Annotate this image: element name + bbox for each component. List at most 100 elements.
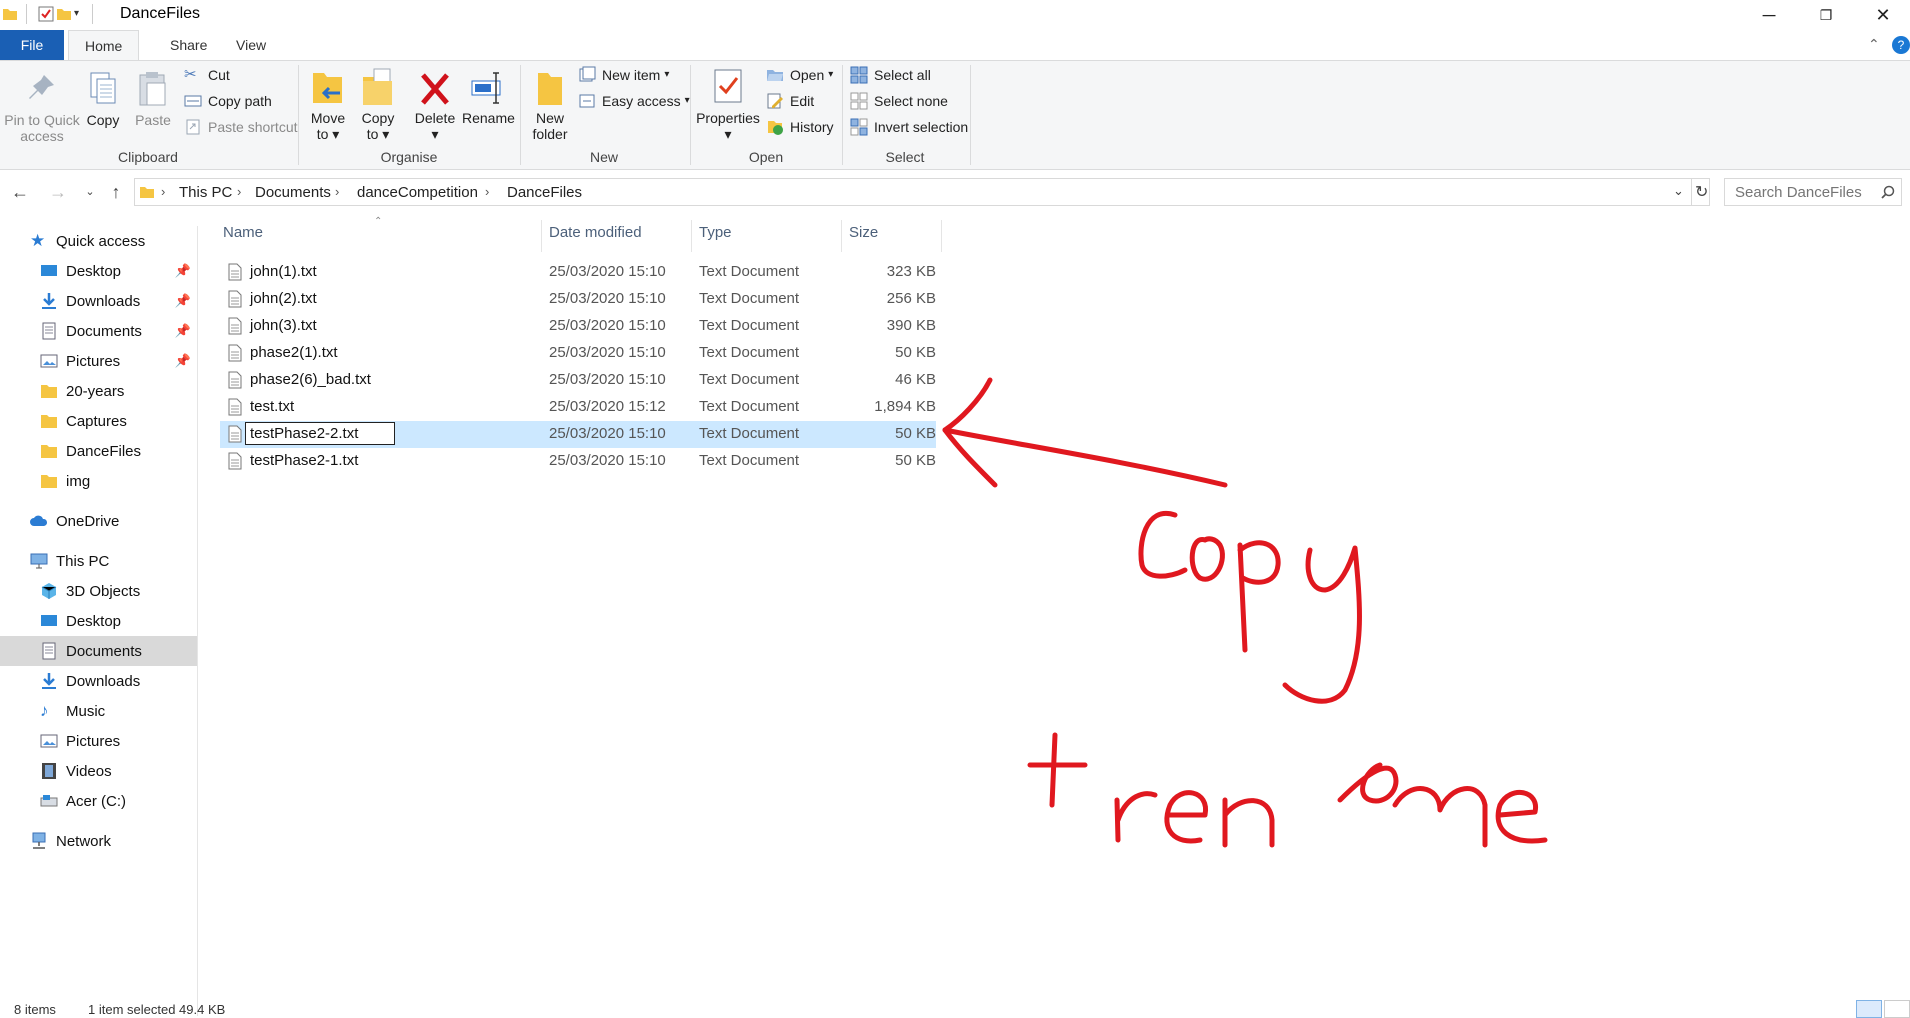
breadcrumb-separator[interactable]: ›: [237, 184, 241, 199]
sidebar-item-documents-pc[interactable]: Documents: [0, 636, 197, 666]
copy-path-button[interactable]: Copy path: [184, 89, 272, 113]
sidebar-item-this-pc[interactable]: This PC: [0, 546, 197, 576]
sidebar-item-quick-access[interactable]: ★ Quick access: [0, 226, 197, 256]
column-header-date-modified[interactable]: Date modified: [549, 224, 642, 246]
sidebar-item-img[interactable]: img: [0, 466, 197, 496]
column-separator[interactable]: [691, 220, 692, 252]
letter-n: [1222, 797, 1275, 848]
column-separator[interactable]: [941, 220, 942, 252]
customize-qat-dropdown[interactable]: ▾: [74, 8, 79, 19]
file-row[interactable]: john(3).txt 25/03/2020 15:10 Text Docume…: [220, 313, 936, 340]
search-icon[interactable]: [1881, 185, 1895, 199]
sidebar-item-videos[interactable]: Videos: [0, 756, 197, 786]
search-box[interactable]: [1724, 178, 1902, 206]
properties-dropdown[interactable]: ▾: [696, 126, 760, 143]
forward-button[interactable]: →: [46, 180, 70, 204]
breadcrumb-separator[interactable]: ›: [335, 184, 339, 199]
column-separator[interactable]: [541, 220, 542, 252]
recent-locations-dropdown[interactable]: ⌄: [78, 180, 102, 204]
pin-to-quick-access-button[interactable]: Pin to Quick access: [4, 69, 80, 144]
column-header-type[interactable]: Type: [699, 224, 732, 246]
paste-shortcut-button[interactable]: Paste shortcut: [184, 115, 298, 139]
refresh-icon[interactable]: ↻: [1695, 182, 1708, 202]
breadcrumb-dancefiles[interactable]: DanceFiles: [507, 184, 582, 201]
breadcrumb-separator[interactable]: ›: [485, 184, 489, 199]
select-none-button[interactable]: Select none: [850, 89, 948, 113]
copy-to-label-line2: to ▾: [366, 126, 390, 142]
sidebar-item-label: Downloads: [66, 292, 141, 310]
new-folder-button[interactable]: New folder: [528, 67, 572, 142]
network-icon: [32, 832, 46, 849]
sidebar-item-captures[interactable]: Captures: [0, 406, 197, 436]
select-all-button[interactable]: Select all: [850, 63, 931, 87]
tab-file[interactable]: File: [0, 30, 64, 60]
file-row[interactable]: phase2(6)_bad.txt 25/03/2020 15:10 Text …: [220, 367, 936, 394]
cut-button[interactable]: ✂ Cut: [184, 63, 230, 87]
new-item-button[interactable]: New item ▾: [578, 63, 669, 87]
column-separator[interactable]: [841, 220, 842, 252]
breadcrumb-separator[interactable]: ›: [161, 184, 165, 199]
sidebar-item-acer-c[interactable]: Acer (C:): [0, 786, 197, 816]
help-icon[interactable]: ?: [1892, 36, 1910, 54]
edit-button[interactable]: Edit: [766, 89, 814, 113]
address-bar[interactable]: › This PC › Documents › danceCompetition…: [134, 178, 1710, 206]
sidebar-item-dancefiles[interactable]: DanceFiles: [0, 436, 197, 466]
properties-icon[interactable]: [38, 6, 54, 22]
copy-button[interactable]: Copy: [82, 69, 124, 128]
breadcrumb-this-pc[interactable]: This PC: [179, 184, 232, 201]
file-name: testPhase2-1.txt: [250, 452, 359, 469]
move-to-button[interactable]: Move to ▾: [306, 67, 350, 143]
text-file-icon: [228, 290, 242, 308]
breadcrumb-dancecompetition[interactable]: danceCompetition: [357, 184, 478, 201]
collapse-ribbon-button[interactable]: ⌃: [1868, 36, 1880, 53]
tab-view[interactable]: View: [220, 30, 282, 60]
sidebar-item-20-years[interactable]: 20-years: [0, 376, 197, 406]
file-row[interactable]: john(1).txt 25/03/2020 15:10 Text Docume…: [220, 259, 936, 286]
sidebar-item-desktop-pc[interactable]: Desktop: [0, 606, 197, 636]
sidebar-item-onedrive[interactable]: OneDrive: [0, 506, 197, 536]
sidebar-item-pictures-pc[interactable]: Pictures: [0, 726, 197, 756]
easy-access-button[interactable]: Easy access ▾: [578, 89, 690, 113]
sidebar-item-network[interactable]: Network: [0, 826, 197, 856]
open-button[interactable]: Open ▾: [766, 63, 833, 87]
file-row[interactable]: test.txt 25/03/2020 15:12 Text Document …: [220, 394, 936, 421]
search-input[interactable]: [1733, 183, 1877, 202]
copy-to-button[interactable]: Copy to ▾: [356, 67, 400, 143]
paste-button[interactable]: Paste: [132, 69, 174, 128]
column-header-name[interactable]: Name: [223, 224, 263, 246]
group-separator: [970, 65, 971, 165]
large-icons-view-button[interactable]: [1884, 1000, 1910, 1018]
file-name: test.txt: [250, 398, 295, 415]
address-dropdown[interactable]: ⌄: [1673, 183, 1684, 199]
rename-input[interactable]: testPhase2-2.txt: [245, 422, 395, 445]
invert-selection-button[interactable]: Invert selection: [850, 115, 968, 139]
restore-button[interactable]: ❐: [1797, 0, 1855, 30]
properties-button[interactable]: Properties ▾: [696, 67, 760, 143]
tab-share[interactable]: Share: [154, 30, 223, 60]
delete-button[interactable]: Delete ▾: [412, 67, 458, 143]
file-row[interactable]: phase2(1).txt 25/03/2020 15:10 Text Docu…: [220, 340, 936, 367]
sidebar-item-music[interactable]: ♪ Music: [0, 696, 197, 726]
sidebar-item-downloads[interactable]: Downloads 📌: [0, 286, 197, 316]
details-view-button[interactable]: [1856, 1000, 1882, 1018]
file-row[interactable]: john(2).txt 25/03/2020 15:10 Text Docume…: [220, 286, 936, 313]
breadcrumb-documents[interactable]: Documents: [255, 184, 331, 201]
up-button[interactable]: ↑: [104, 180, 128, 204]
minimize-button[interactable]: ─: [1740, 0, 1798, 30]
rename-button[interactable]: Rename: [462, 67, 515, 126]
file-row[interactable]: testPhase2-1.txt 25/03/2020 15:10 Text D…: [220, 448, 936, 475]
delete-dropdown[interactable]: ▾: [412, 126, 458, 143]
sidebar-item-downloads-pc[interactable]: Downloads: [0, 666, 197, 696]
tab-home[interactable]: Home: [68, 30, 140, 61]
sidebar-item-pictures[interactable]: Pictures 📌: [0, 346, 197, 376]
back-button[interactable]: ←: [8, 180, 32, 204]
sidebar-item-documents[interactable]: Documents 📌: [0, 316, 197, 346]
history-button[interactable]: History: [766, 115, 834, 139]
sidebar-item-desktop[interactable]: Desktop 📌: [0, 256, 197, 286]
sidebar-item-3d-objects[interactable]: 3D Objects: [0, 576, 197, 606]
new-folder-icon[interactable]: [56, 6, 72, 22]
close-button[interactable]: ✕: [1854, 0, 1910, 30]
sidebar-item-label: Documents: [66, 322, 142, 340]
column-header-size[interactable]: Size: [849, 224, 878, 246]
file-row-selected[interactable]: testPhase2-2.txt 25/03/2020 15:10 Text D…: [220, 421, 936, 448]
